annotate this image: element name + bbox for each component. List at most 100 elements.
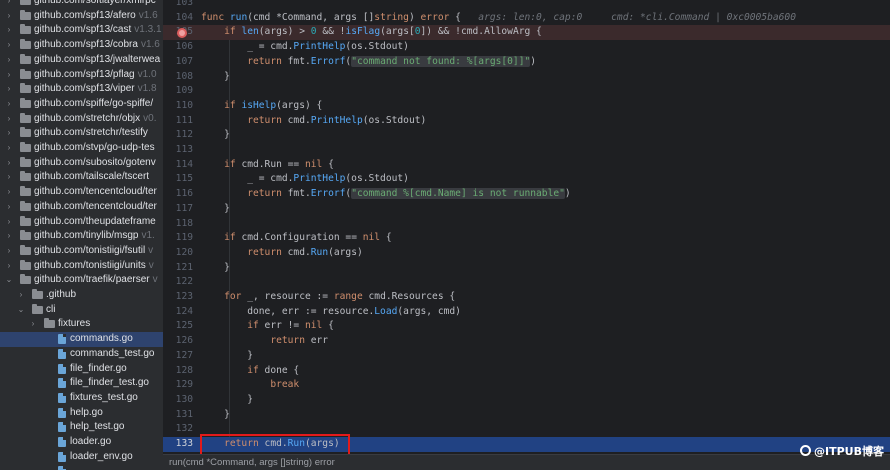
chevron-right-icon[interactable]: ›	[5, 259, 13, 274]
tree-file-item[interactable]	[0, 464, 163, 470]
tree-folder-item[interactable]: › github.com/tencentcloud/ter	[0, 200, 163, 215]
code-line[interactable]: 129 break	[163, 378, 890, 393]
breakpoint-icon[interactable]	[177, 28, 187, 38]
tree-folder-item[interactable]: ⌄ cli	[0, 303, 163, 318]
code-line[interactable]: 127 }	[163, 349, 890, 364]
tree-file-item[interactable]: help_test.go	[0, 420, 163, 435]
tree-folder-item[interactable]: › github.com/spf13/viper v1.8	[0, 82, 163, 97]
chevron-right-icon[interactable]: ›	[5, 141, 13, 156]
chevron-right-icon[interactable]: ›	[5, 126, 13, 141]
tree-folder-item[interactable]: › github.com/stvp/go-udp-tes	[0, 141, 163, 156]
chevron-right-icon[interactable]: ›	[5, 112, 13, 127]
code-line[interactable]: 124 done, err := resource.Load(args, cmd…	[163, 305, 890, 320]
chevron-right-icon[interactable]: ›	[5, 215, 13, 230]
code-line[interactable]: 106 _ = cmd.PrintHelp(os.Stdout)	[163, 40, 890, 55]
chevron-right-icon[interactable]: ›	[5, 244, 13, 259]
tree-folder-item[interactable]: › github.com/tonistiigi/fsutil v	[0, 244, 163, 259]
tree-folder-item[interactable]: › github.com/theupdateframe	[0, 215, 163, 230]
chevron-right-icon[interactable]: ›	[5, 170, 13, 185]
go-file-icon	[58, 392, 66, 403]
code-line[interactable]: 110 if isHelp(args) {	[163, 99, 890, 114]
tree-file-item[interactable]: commands.go	[0, 332, 163, 347]
tree-folder-item[interactable]: › github.com/tailscale/tscert	[0, 170, 163, 185]
tree-folder-item[interactable]: › github.com/spf13/jwalterwea	[0, 53, 163, 68]
project-tree[interactable]: › github.com/softlayer/xmlrpc › github.com/…	[0, 0, 163, 470]
chevron-right-icon[interactable]: ›	[5, 229, 13, 244]
chevron-down-icon[interactable]: ⌄	[5, 273, 13, 288]
code-line[interactable]: 128 if done {	[163, 364, 890, 379]
tree-folder-item[interactable]: › github.com/spf13/cobra v1.6	[0, 38, 163, 53]
code-line[interactable]: 114 if cmd.Run == nil {	[163, 158, 890, 173]
code-line[interactable]: 108 }	[163, 70, 890, 85]
tree-file-item[interactable]: loader.go	[0, 435, 163, 450]
code-line[interactable]: 104 func run(cmd *Command, args []string)…	[163, 11, 890, 26]
code-line[interactable]: 122	[163, 275, 890, 290]
chevron-right-icon[interactable]: ›	[29, 317, 37, 332]
code-line[interactable]: 131 }	[163, 408, 890, 423]
line-number: 112	[175, 129, 193, 141]
tree-item-name: github.com/stvp/go-udp-tes	[34, 142, 155, 153]
chevron-down-icon[interactable]: ⌄	[17, 303, 25, 318]
chevron-right-icon[interactable]: ›	[5, 23, 13, 38]
tree-folder-item[interactable]: › github.com/tencentcloud/ter	[0, 185, 163, 200]
tree-folder-item[interactable]: › github.com/softlayer/xmlrpc	[0, 0, 163, 9]
tree-file-item[interactable]: fixtures_test.go	[0, 391, 163, 406]
code-line[interactable]: 111 return cmd.PrintHelp(os.Stdout)	[163, 114, 890, 129]
tree-folder-item[interactable]: › github.com/subosito/gotenv	[0, 156, 163, 171]
tree-folder-item[interactable]: › github.com/spf13/cast v1.3.1	[0, 23, 163, 38]
code-line[interactable]: 107 return fmt.Errorf("command not found…	[163, 55, 890, 70]
tree-folder-item[interactable]: › github.com/spf13/pflag v1.0	[0, 68, 163, 83]
chevron-right-icon[interactable]: ›	[5, 185, 13, 200]
tree-folder-item[interactable]: › github.com/tinylib/msgp v1.	[0, 229, 163, 244]
tree-folder-item[interactable]: › .github	[0, 288, 163, 303]
chevron-right-icon[interactable]: ›	[5, 68, 13, 83]
code-line[interactable]: 113	[163, 143, 890, 158]
code-line[interactable]: 116 return fmt.Errorf("command %[cmd.Nam…	[163, 187, 890, 202]
tree-file-item[interactable]: file_finder_test.go	[0, 376, 163, 391]
chevron-right-icon[interactable]: ›	[5, 97, 13, 112]
folder-icon	[20, 127, 31, 138]
tree-folder-item[interactable]: › github.com/stretchr/objx v0.	[0, 112, 163, 127]
code-line[interactable]: 105 if len(args) > 0 && !isFlag(args[0])…	[163, 25, 890, 41]
tree-item-label: github.com/spiffe/go-spiffe/	[34, 97, 153, 112]
line-number: 124	[175, 305, 193, 317]
tree-item-label: github.com/tailscale/tscert	[34, 170, 149, 185]
tree-file-item[interactable]: file_finder.go	[0, 362, 163, 377]
code-line[interactable]: 103	[163, 0, 890, 11]
tree-item-name: github.com/traefik/paerser	[34, 274, 150, 286]
chevron-right-icon[interactable]: ›	[5, 53, 13, 68]
tree-item-label: github.com/tinylib/msgp v1.	[34, 229, 155, 244]
chevron-right-icon[interactable]: ›	[5, 156, 13, 171]
go-file-icon	[58, 334, 66, 345]
chevron-right-icon[interactable]: ›	[5, 200, 13, 215]
code-editor[interactable]: 103 104 func run(cmd *Command, args []stri…	[163, 0, 890, 454]
code-line[interactable]: 125 if err != nil {	[163, 319, 890, 334]
code-line[interactable]: 117 }	[163, 202, 890, 217]
chevron-right-icon[interactable]: ›	[5, 0, 13, 9]
code-line[interactable]: 123 for _, resource := range cmd.Resourc…	[163, 290, 890, 305]
tree-folder-item[interactable]: ⌄ github.com/traefik/paerser v	[0, 273, 163, 288]
code-line[interactable]: 115 _ = cmd.PrintHelp(os.Stdout)	[163, 172, 890, 187]
code-line[interactable]: 109	[163, 84, 890, 99]
code-line[interactable]: 130 }	[163, 393, 890, 408]
code-line[interactable]: 126 return err	[163, 334, 890, 349]
chevron-right-icon[interactable]: ›	[17, 288, 25, 303]
chevron-right-icon[interactable]: ›	[5, 38, 13, 53]
tree-file-item[interactable]: help.go	[0, 406, 163, 421]
tree-file-item[interactable]: loader_env.go	[0, 450, 163, 465]
tree-file-item[interactable]: commands_test.go	[0, 347, 163, 362]
chevron-right-icon[interactable]: ›	[5, 9, 13, 24]
tree-folder-item[interactable]: › github.com/tonistiigi/units v	[0, 259, 163, 274]
code-line[interactable]: 112 }	[163, 128, 890, 143]
tree-folder-item[interactable]: › fixtures	[0, 317, 163, 332]
code-line[interactable]: 121 }	[163, 261, 890, 276]
chevron-right-icon[interactable]: ›	[5, 82, 13, 97]
code-line[interactable]: 119 if cmd.Configuration == nil {	[163, 231, 890, 246]
code-line[interactable]: 118	[163, 217, 890, 232]
line-number: 120	[175, 246, 193, 258]
code-line[interactable]: 120 return cmd.Run(args)	[163, 246, 890, 261]
tree-folder-item[interactable]: › github.com/stretchr/testify	[0, 126, 163, 141]
tree-folder-item[interactable]: › github.com/spiffe/go-spiffe/	[0, 97, 163, 112]
folder-icon	[32, 303, 43, 314]
tree-folder-item[interactable]: › github.com/spf13/afero v1.6	[0, 9, 163, 24]
